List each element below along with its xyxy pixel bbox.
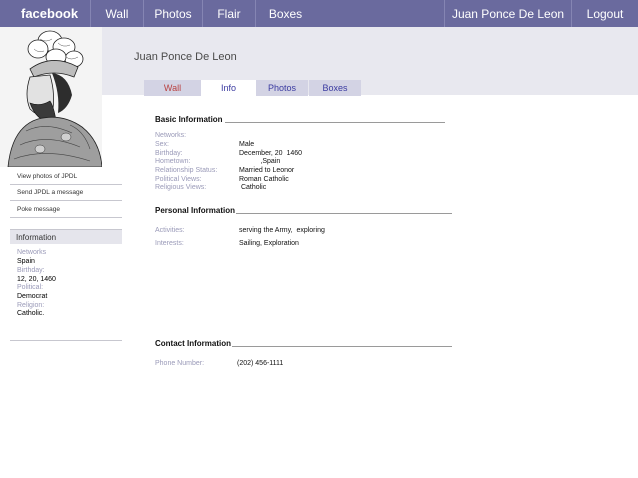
sidebar-divider	[10, 200, 122, 201]
profile-name: Juan Ponce De Leon	[134, 51, 237, 63]
contact-information-title: Contact Information	[155, 339, 231, 348]
tab-wall[interactable]: Wall	[144, 80, 201, 96]
birthday-value: December, 20 1460	[239, 150, 303, 157]
personal-information-title: Personal Information	[155, 206, 236, 215]
religious-views-label: Religious Views:	[155, 184, 207, 191]
sidebar-networks-label: Networks	[17, 249, 47, 256]
phone-number-value: (202) 456-1111	[237, 360, 284, 367]
nav-photos[interactable]: Photos	[143, 0, 202, 27]
nav-wall[interactable]: Wall	[90, 0, 143, 27]
facebook-logo[interactable]: facebook	[21, 6, 78, 21]
religious-views-value: Catholic	[239, 184, 267, 191]
sidebar-birthday-value: 12, 20, 1460	[17, 276, 56, 283]
sidebar-religion-value: Catholic.	[17, 310, 45, 317]
nav-user-name[interactable]: Juan Ponce De Leon	[444, 0, 571, 27]
view-photos-link[interactable]: View photos of JPDL	[17, 173, 77, 180]
nav-flair[interactable]: Flair	[202, 0, 255, 27]
sidebar-networks-value[interactable]: Spain	[17, 258, 35, 265]
basic-information-title: Basic Information	[155, 115, 223, 124]
tab-info[interactable]: Info	[201, 80, 256, 96]
section-divider	[232, 346, 452, 347]
sex-label: Sex:	[155, 141, 170, 148]
poke-link[interactable]: Poke message	[17, 206, 60, 213]
section-divider	[225, 122, 445, 123]
hometown-value[interactable]: ,Spain	[239, 158, 280, 165]
logout-link[interactable]: Logout	[571, 0, 638, 27]
sidebar-political-label: Political:	[17, 284, 44, 291]
portrait-illustration	[0, 27, 102, 167]
sidebar-religion-label: Religion:	[17, 302, 45, 309]
top-navigation-bar: facebook Wall Photos Flair Boxes Juan Po…	[0, 0, 638, 27]
networks-label: Networks:	[155, 132, 187, 139]
sidebar-information-header: Information	[10, 229, 122, 244]
sidebar-divider	[10, 217, 122, 218]
tab-boxes[interactable]: Boxes	[309, 80, 361, 96]
sidebar-divider	[10, 184, 122, 185]
section-divider	[236, 213, 452, 214]
political-views-value: Roman Catholic	[239, 176, 289, 183]
activities-label: Activities:	[155, 227, 185, 234]
interests-value: Sailing, Exploration	[239, 240, 299, 247]
sidebar-information-title: Information	[16, 233, 57, 242]
nav-boxes[interactable]: Boxes	[255, 0, 315, 27]
hometown-label: Hometown:	[155, 158, 191, 165]
birthday-label: Birthday:	[155, 150, 183, 157]
political-views-label: Political Views:	[155, 176, 202, 183]
sidebar-divider	[10, 340, 122, 341]
phone-number-label: Phone Number:	[155, 360, 205, 367]
activities-value: serving the Army, exploring	[239, 227, 325, 234]
sidebar-birthday-label: Birthday:	[17, 267, 45, 274]
relationship-status-value: Married to Leonor	[239, 167, 295, 174]
send-message-link[interactable]: Send JPDL a message	[17, 189, 83, 196]
relationship-status-label: Relationship Status:	[155, 167, 218, 174]
sidebar-political-value: Democrat	[17, 293, 48, 300]
tab-photos[interactable]: Photos	[256, 80, 308, 96]
interests-label: Interests:	[155, 240, 184, 247]
profile-picture[interactable]	[0, 27, 102, 167]
sex-value: Male	[239, 141, 255, 148]
